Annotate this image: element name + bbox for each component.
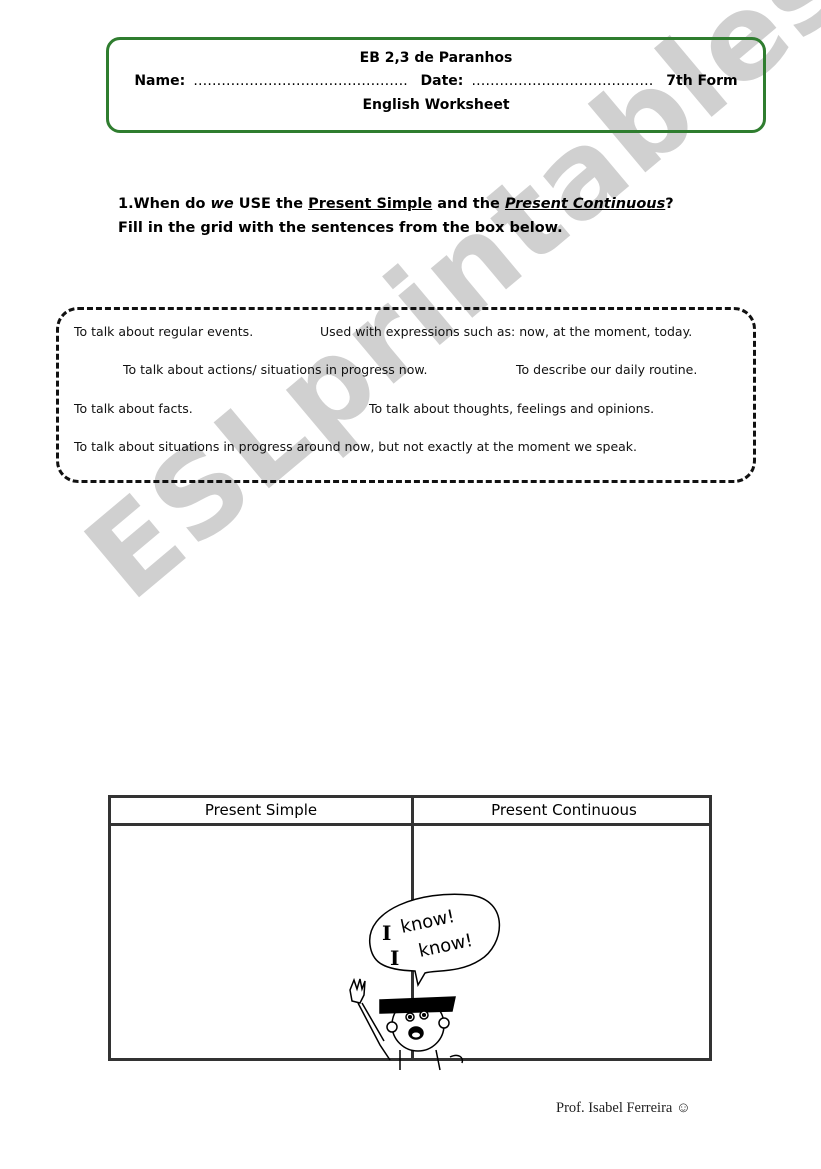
speech-text: I [390, 946, 399, 970]
sentence-item[interactable]: To talk about situations in progress aro… [74, 439, 637, 454]
present-simple-term: Present Simple [308, 196, 433, 212]
sentence-item[interactable]: To talk about thoughts, feelings and opi… [369, 401, 654, 416]
name-label: Name: [134, 73, 186, 89]
question-text: we [210, 196, 234, 212]
column-header-present-continuous: Present Continuous [491, 801, 637, 819]
question-text: 1.When do [118, 196, 211, 212]
sentence-item[interactable]: To talk about facts. [74, 401, 193, 416]
question-text: ? [665, 196, 674, 212]
sentence-item[interactable]: To talk about regular events. [74, 324, 253, 339]
name-blank[interactable]: ………………………………………. [193, 73, 407, 89]
worksheet-header: EB 2,3 de Paranhos Name: ……………………………………….… [106, 37, 766, 133]
sentence-item[interactable]: To describe our daily routine. [516, 362, 697, 377]
date-blank[interactable]: ………………………………… [471, 73, 653, 89]
question-text: USE the [233, 196, 309, 212]
worksheet-title: English Worksheet [362, 97, 510, 113]
author-credit: Prof. Isabel Ferreira ☺ [556, 1100, 691, 1116]
name-date-line: Name: ………………………………………. Date: …………………………………… [109, 73, 763, 89]
present-continuous-term: Present Continuous [504, 196, 666, 212]
form-label: 7th Form [666, 73, 738, 89]
date-label: Date: [420, 73, 464, 89]
column-header-present-simple: Present Simple [204, 801, 318, 819]
sentence-item[interactable]: To talk about actions/ situations in pro… [123, 362, 427, 377]
sentence-box: To talk about regular events. Used with … [56, 307, 756, 483]
speech-text: I [382, 921, 391, 945]
waving-hand-icon [349, 977, 366, 1004]
question-line: 1.When do we USE the Present Simple and … [118, 192, 674, 216]
instruction-line: Fill in the grid with the sentences from… [118, 220, 563, 236]
question-text: and the [432, 196, 505, 212]
school-name: EB 2,3 de Paranhos [359, 50, 513, 66]
cartoon-child-illustration: I know! I know! [349, 893, 501, 1071]
sentence-item[interactable]: Used with expressions such as: now, at t… [320, 324, 692, 339]
child-figure [349, 977, 464, 1071]
instructions: 1.When do we USE the Present Simple and … [118, 192, 674, 240]
